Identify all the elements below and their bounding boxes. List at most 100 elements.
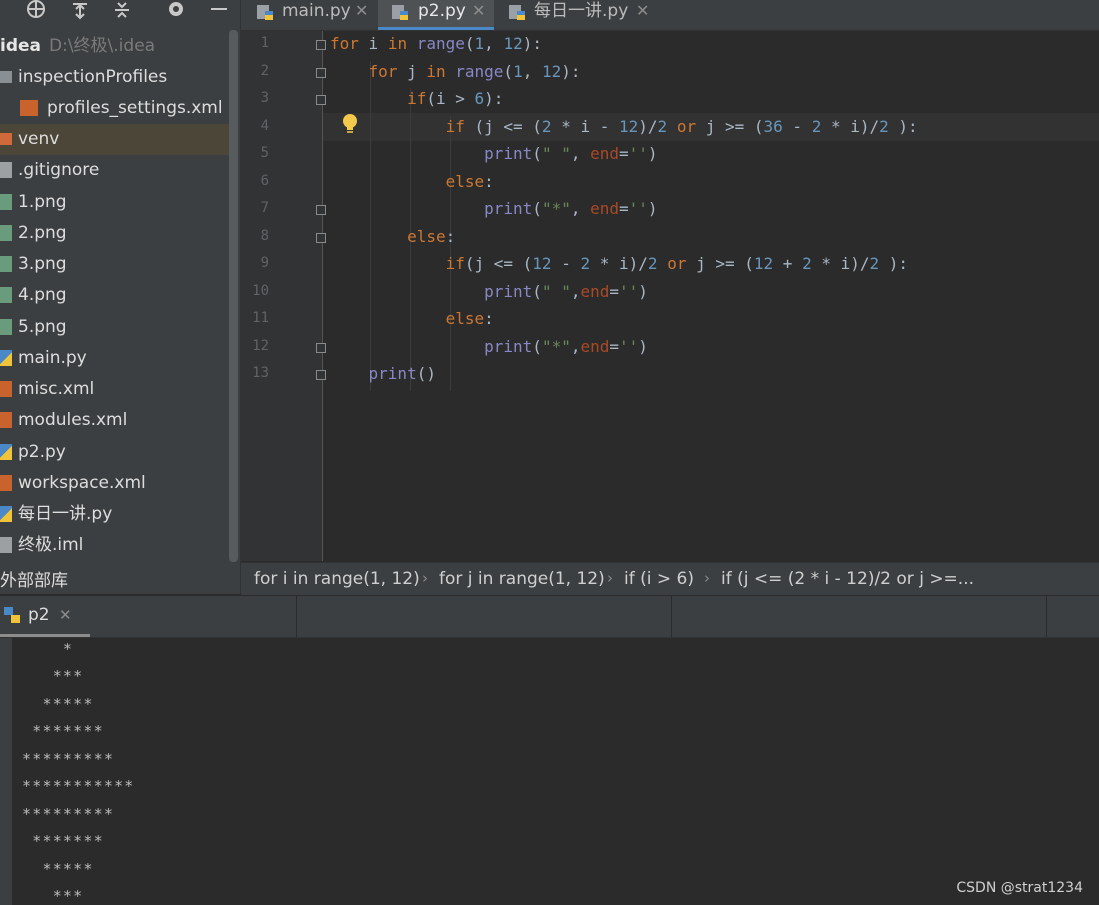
run-console[interactable]: * *** ***** ******* ********* **********… [0, 638, 1099, 905]
fold-marker[interactable] [316, 95, 326, 105]
tree-item-5-png[interactable]: 5.png [0, 312, 232, 343]
line-number: 8 [260, 228, 269, 244]
close-icon[interactable]: ✕ [59, 606, 72, 624]
tree-item-workspace-xml[interactable]: workspace.xml [0, 468, 232, 499]
locate-file-icon[interactable] [24, 0, 48, 22]
tree-item-iml[interactable]: 终极.iml [0, 530, 232, 561]
chevron-right-icon: › [607, 569, 613, 587]
line-number: 13 [252, 365, 269, 381]
line-number: 1 [260, 35, 269, 51]
collapse-all-icon[interactable] [110, 0, 134, 22]
tree-item-venv[interactable]: venv [0, 124, 232, 155]
console-output-line: ***** [22, 860, 94, 878]
xml-file-icon [0, 475, 12, 491]
tree-item-label: inspectionProfiles [18, 67, 168, 87]
code-editor[interactable]: 1 2 3 4 5 6 7 8 9 10 11 12 13 for i in r… [241, 31, 1099, 561]
tree-item-1-png[interactable]: 1.png [0, 187, 232, 218]
tree-item-misc-xml[interactable]: misc.xml [0, 374, 232, 405]
editor-tab-bar: main.py ✕ p2.py ✕ 每日一讲.py ✕ [241, 0, 1099, 31]
line-number: 5 [260, 145, 269, 161]
tree-item-main-py[interactable]: main.py [0, 343, 232, 374]
tree-item-label: .gitignore [18, 160, 100, 180]
fold-marker[interactable] [316, 40, 326, 50]
tree-item-label: misc.xml [18, 379, 95, 399]
tree-item-2-png[interactable]: 2.png [0, 218, 232, 249]
code-line: else: [445, 172, 494, 191]
run-tab-label: p2 [28, 605, 50, 625]
chevron-right-icon: › [704, 569, 710, 587]
close-icon[interactable]: ✕ [472, 0, 485, 22]
project-root-path: D:\终极\.idea [49, 36, 156, 56]
header-divider [296, 596, 297, 637]
breadcrumb-item[interactable]: if (i > 6) [624, 569, 694, 589]
python-file-icon [257, 3, 275, 21]
tree-item-label: 5.png [18, 317, 67, 337]
fold-marker[interactable] [316, 233, 326, 243]
watermark: CSDN @strat1234 [956, 880, 1083, 896]
breadcrumb-item[interactable]: if (j <= (2 * i - 12)/2 or j >=... [721, 569, 974, 589]
tree-item-p2-py[interactable]: p2.py [0, 437, 232, 468]
close-icon[interactable]: ✕ [636, 0, 649, 22]
run-tab-indicator [0, 634, 90, 637]
line-number: 10 [252, 283, 269, 299]
project-scrollbar[interactable] [229, 30, 238, 562]
tree-item-profiles-settings[interactable]: profiles_settings.xml [0, 93, 232, 124]
tree-item-label: 1.png [18, 192, 67, 212]
tab-label: 每日一讲.py [534, 1, 629, 21]
fold-marker[interactable] [316, 370, 326, 380]
code-line: for i in range(1, 12): [330, 34, 542, 53]
run-tab-p2[interactable]: p2 ✕ [0, 596, 90, 637]
xml-file-icon [0, 412, 12, 428]
xml-file-icon [20, 100, 38, 116]
tab-label: p2.py [418, 1, 466, 21]
console-output-line: ********* [22, 750, 115, 768]
tab-meiri-py[interactable]: 每日一讲.py ✕ [494, 0, 659, 30]
tree-item-label: 每日一讲.py [18, 504, 113, 524]
tab-p2-py[interactable]: p2.py ✕ [378, 0, 494, 30]
tree-item-external-libraries[interactable]: 外部部库 [0, 566, 68, 591]
line-number: 4 [260, 118, 269, 134]
tree-item-modules-xml[interactable]: modules.xml [0, 405, 232, 436]
breadcrumb-item[interactable]: for j in range(1, 12) [439, 569, 605, 589]
tree-item-meiri-py[interactable]: 每日一讲.py [0, 499, 232, 530]
tree-item-label: workspace.xml [18, 473, 146, 493]
breadcrumb: for i in range(1, 12) › for j in range(1… [241, 562, 1099, 595]
project-root[interactable]: idea D:\终极\.idea [0, 33, 155, 59]
line-number: 9 [260, 255, 269, 271]
close-icon[interactable]: ✕ [355, 0, 368, 22]
project-root-name: idea [0, 36, 41, 56]
code-line: if(i > 6): [407, 89, 504, 108]
folder-icon [0, 133, 12, 145]
line-number: 11 [252, 310, 269, 326]
breadcrumb-item[interactable]: for i in range(1, 12) [254, 569, 420, 589]
tree-item-inspectionprofiles[interactable]: inspectionProfiles [0, 62, 232, 93]
python-run-icon [2, 605, 22, 629]
gear-icon[interactable] [164, 0, 188, 22]
line-number: 3 [260, 90, 269, 106]
code-line: print("*",end='') [484, 337, 648, 356]
python-file-icon [0, 444, 12, 460]
code-line: print(" ", end='') [484, 144, 658, 163]
python-file-icon [0, 506, 12, 522]
code-line: for j in range(1, 12): [368, 62, 581, 81]
tree-item-label: venv [18, 129, 60, 149]
tree-item-label: 终极.iml [18, 535, 84, 555]
fold-marker[interactable] [316, 205, 326, 215]
console-output-line: *********** [22, 777, 135, 795]
fold-marker[interactable] [316, 343, 326, 353]
tree-item-label: 4.png [18, 285, 67, 305]
image-file-icon [0, 194, 12, 210]
tab-main-py[interactable]: main.py ✕ [241, 0, 378, 30]
hide-panel-icon[interactable] [207, 0, 231, 22]
line-number: 6 [260, 173, 269, 189]
fold-marker[interactable] [316, 68, 326, 78]
tab-label: main.py [282, 1, 351, 21]
tree-item-gitignore[interactable]: .gitignore [0, 155, 232, 186]
line-number: 12 [252, 338, 269, 354]
tree-item-4-png[interactable]: 4.png [0, 280, 232, 311]
console-output-line: ***** [22, 695, 94, 713]
project-toolbar [0, 0, 240, 24]
tree-item-label: p2.py [18, 442, 66, 462]
tree-item-3-png[interactable]: 3.png [0, 249, 232, 280]
expand-all-icon[interactable] [68, 0, 92, 22]
